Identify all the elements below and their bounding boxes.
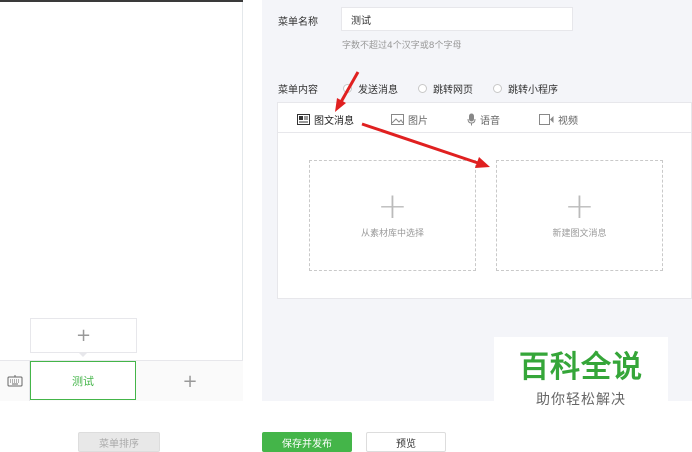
- watermark-subtitle: 助你轻松解决: [536, 392, 626, 408]
- preview-button[interactable]: 预览: [366, 432, 446, 452]
- annotation-arrow: [339, 71, 360, 103]
- watermark-logo: 百科全说 助你轻松解决: [494, 337, 668, 423]
- annotation-arrow: [361, 122, 479, 165]
- annotation-arrowhead: [475, 157, 490, 168]
- menu-sort-button[interactable]: 菜单排序: [78, 432, 160, 452]
- watermark-title: 百科全说: [519, 350, 643, 385]
- save-publish-button[interactable]: 保存并发布: [262, 432, 352, 452]
- annotation-arrowhead: [335, 98, 346, 112]
